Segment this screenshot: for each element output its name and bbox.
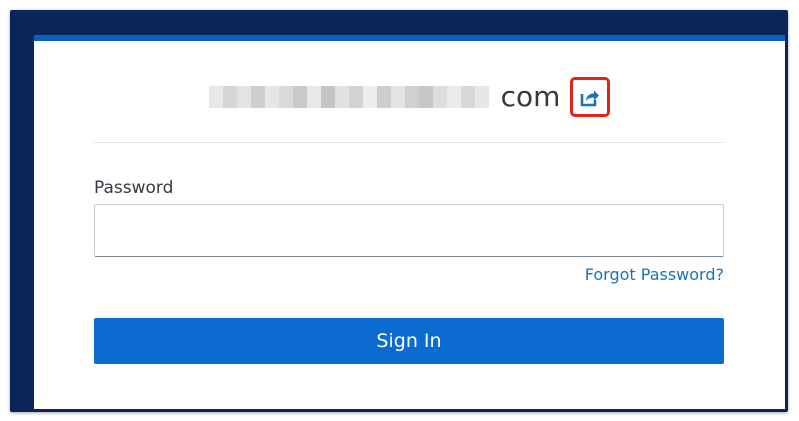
app-frame: com Password Forgot Password? Sign In [10,10,788,412]
password-label: Password [94,178,174,198]
header-divider [94,142,724,143]
share-button[interactable] [570,77,611,117]
domain-header: com [34,75,785,119]
password-field[interactable] [94,204,724,257]
share-external-icon [581,90,600,107]
login-card: com Password Forgot Password? Sign In [34,35,785,409]
sign-in-button[interactable]: Sign In [94,318,724,364]
forgot-password-link[interactable]: Forgot Password? [585,265,724,284]
card-accent-bar [34,35,785,41]
domain-suffix: com [500,80,561,113]
redacted-domain-name [208,80,499,114]
